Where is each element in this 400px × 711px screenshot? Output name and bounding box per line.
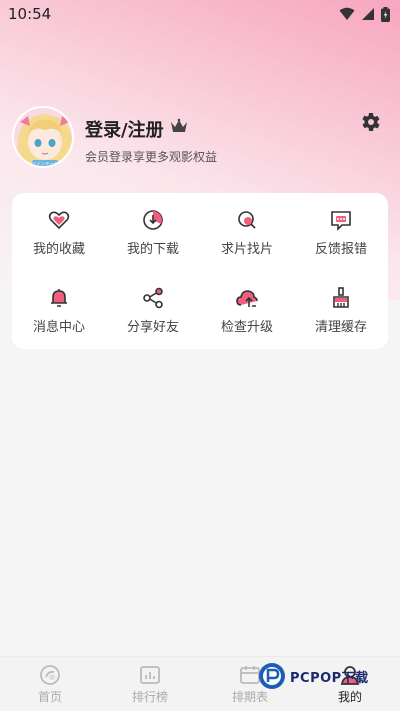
feedback-icon: [331, 210, 351, 231]
menu-item-feedback[interactable]: 反馈报错: [294, 193, 388, 271]
settings-gear-icon[interactable]: [358, 110, 382, 134]
crown-icon: [171, 118, 187, 132]
download-icon: [143, 209, 163, 230]
ranking-icon: [140, 665, 160, 684]
status-icons: [339, 6, 390, 22]
status-time: 10:54: [8, 5, 52, 23]
wifi-icon: [339, 7, 355, 20]
status-bar: 10:54: [0, 0, 400, 28]
home-icon: [40, 664, 60, 685]
share-icon: [143, 287, 163, 308]
menu-label: 我的下载: [126, 241, 179, 257]
tab-label: 排行榜: [131, 689, 168, 704]
tab-home[interactable]: 首页: [0, 657, 100, 711]
menu-item-share[interactable]: 分享好友: [106, 271, 200, 349]
clean-icon: [333, 286, 349, 308]
login-register-link[interactable]: 登录/注册: [85, 116, 164, 142]
avatar-badge-text: ツインテール: [32, 162, 59, 168]
profile-subtitle: 会员登录享更多观影权益: [85, 150, 218, 164]
tab-label: 首页: [37, 689, 62, 704]
heart-icon: [48, 211, 70, 229]
menu-label: 求片找片: [220, 241, 273, 257]
avatar-image: ツインテール: [14, 108, 72, 168]
menu-item-messages[interactable]: 消息中心: [12, 271, 106, 349]
menu-item-favorites[interactable]: 我的收藏: [12, 193, 106, 271]
tab-ranking[interactable]: 排行榜: [100, 657, 200, 711]
menu-item-clear-cache[interactable]: 清理缓存: [294, 271, 388, 349]
menu-item-downloads[interactable]: 我的下载: [106, 193, 200, 271]
menu-item-request-film[interactable]: 求片找片: [200, 193, 294, 271]
watermark: PCPOP下载: [258, 656, 369, 696]
menu-label: 消息中心: [32, 319, 85, 335]
search-film-icon: [238, 210, 256, 229]
menu-label: 检查升级: [220, 319, 273, 335]
profile-section[interactable]: ツインテール 登录/注册 会员登录享更多观影权益: [12, 106, 388, 172]
pcpop-logo-icon: [259, 663, 285, 689]
menu-label: 清理缓存: [314, 319, 367, 335]
battery-icon: [381, 6, 390, 22]
menu-label: 反馈报错: [314, 241, 367, 257]
avatar[interactable]: ツインテール: [12, 106, 74, 168]
menu-item-upgrade[interactable]: 检查升级: [200, 271, 294, 349]
feature-menu: 我的收藏 我的下载 求片找片 反馈报错 消息中心 分享好友 检查升级 清理缓存: [12, 193, 388, 349]
bell-icon: [51, 288, 67, 307]
upgrade-icon: [236, 289, 258, 307]
menu-label: 分享好友: [126, 319, 179, 335]
menu-label: 我的收藏: [32, 241, 85, 257]
watermark-text: PCPOP下载: [290, 670, 369, 686]
signal-icon: [362, 8, 374, 20]
